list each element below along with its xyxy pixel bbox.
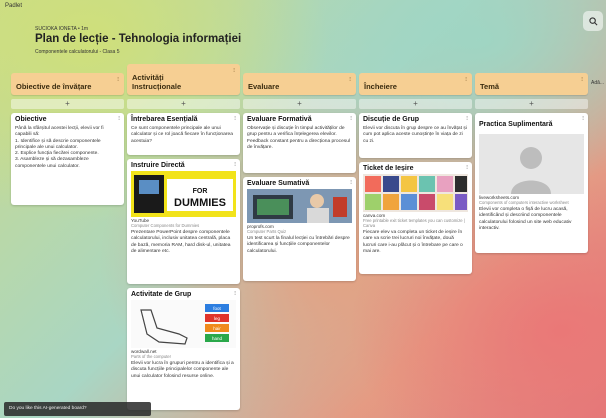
page-title: Plan de lecție - Tehnologia informației xyxy=(35,33,242,45)
more-icon[interactable]: ⁝ xyxy=(465,76,467,83)
column-header[interactable]: Activități Instrucționale ⁝ xyxy=(127,64,240,95)
tag-label: leg xyxy=(214,316,221,321)
link-thumbnail[interactable] xyxy=(247,189,352,223)
more-icon[interactable]: ⁝ xyxy=(581,76,583,83)
add-post-button[interactable]: + xyxy=(359,99,472,109)
card-exit-ticket[interactable]: Ticket de Ieșire ⁝ canva.com Free printa… xyxy=(359,162,472,274)
more-icon[interactable]: ⁝ xyxy=(466,164,468,171)
card-essential-question[interactable]: Întrebarea Esențială ⁝ Ce sunt component… xyxy=(127,113,240,155)
card-title: Evaluare Sumativă xyxy=(247,180,310,187)
column-label: Încheiere xyxy=(364,81,397,91)
tag-label: foot xyxy=(213,306,221,311)
card-title: Instruire Directă xyxy=(131,162,185,169)
card-extra-practice[interactable]: Practica Suplimentară ⁝ liveworksheets.c… xyxy=(475,113,588,253)
card-title: Întrebarea Esențială xyxy=(131,116,198,123)
card-body: Prezentare PowerPoint despre componentel… xyxy=(131,230,231,254)
more-icon[interactable]: ⁝ xyxy=(350,179,352,186)
card-title: Obiective xyxy=(15,116,47,123)
top-bar: Padlet xyxy=(0,0,606,14)
card-formative-evaluation[interactable]: Evaluare Formativă ⁝ Observație și discu… xyxy=(243,113,356,173)
tag-label: hair xyxy=(213,326,221,331)
more-icon[interactable]: ⁝ xyxy=(233,67,235,74)
column-objectives: Obiective de învățare ⁝ + xyxy=(11,73,124,109)
more-icon[interactable]: ⁝ xyxy=(234,161,236,168)
thumbnail-text: DUMMIES xyxy=(174,197,226,209)
card-objectives[interactable]: Obiective ⁝ Până la sfârșitul acestei le… xyxy=(11,113,124,205)
card-group-activity[interactable]: Activitate de Grup ⁝ foot leg hair hand … xyxy=(127,288,240,410)
search-icon[interactable] xyxy=(583,11,603,31)
card-body: Un test scurt la finalul lecției cu într… xyxy=(247,236,350,254)
column-header[interactable]: Temă ⁝ xyxy=(475,73,588,95)
more-icon[interactable]: ⁝ xyxy=(466,115,468,122)
link-thumbnail[interactable]: foot leg hair hand xyxy=(131,300,236,348)
add-post-button[interactable]: + xyxy=(243,99,356,109)
card-direct-instruction[interactable]: Instruire Directă ⁝ FOR DUMMIES YouTube … xyxy=(127,159,240,284)
card-body: Elevii vor completa o fișă de lucru acas… xyxy=(479,207,572,231)
column-activities: Activități Instrucționale ⁝ + xyxy=(127,64,240,109)
more-icon[interactable]: ⁝ xyxy=(117,76,119,83)
add-post-button[interactable]: + xyxy=(127,99,240,109)
breadcrumb: SUCIOKA IONETA • 1m xyxy=(35,26,89,32)
card-body: Elevii vor lucra în grupuri pentru a ide… xyxy=(131,361,234,379)
card-title: Practica Suplimentară xyxy=(479,121,553,128)
more-icon[interactable]: ⁝ xyxy=(350,115,352,122)
add-post-button[interactable]: + xyxy=(11,99,124,109)
link-thumbnail[interactable] xyxy=(363,174,468,212)
card-body: Ce sunt componentele principale ale unui… xyxy=(131,126,233,144)
column-label: Activități Instrucționale xyxy=(132,73,182,91)
more-icon[interactable]: ⁝ xyxy=(582,115,584,122)
add-post-button[interactable]: + xyxy=(475,99,588,109)
column-homework: Temă ⁝ + xyxy=(475,73,588,109)
card-body: Observație și discuție în timpul activit… xyxy=(247,126,351,150)
more-icon[interactable]: ⁝ xyxy=(349,76,351,83)
card-summative-evaluation[interactable]: Evaluare Sumativă ⁝ proprofs.com Compute… xyxy=(243,177,356,281)
link-title: Free printable exit ticket templates you… xyxy=(363,218,465,228)
ai-feedback-banner[interactable]: Do you like this AI-generated board? xyxy=(4,402,151,416)
card-title: Ticket de Ieșire xyxy=(363,165,414,172)
more-icon[interactable]: ⁝ xyxy=(234,290,236,297)
video-thumbnail[interactable]: FOR DUMMIES xyxy=(131,171,236,217)
column-label: Obiective de învățare xyxy=(16,81,92,91)
card-title: Discuție de Grup xyxy=(363,116,420,123)
card-body: Fiecare elev va completa un ticket de ie… xyxy=(363,230,463,254)
column-header[interactable]: Încheiere ⁝ xyxy=(359,73,472,95)
more-icon[interactable]: ⁝ xyxy=(234,115,236,122)
column-label: Evaluare xyxy=(248,81,280,91)
page-subtitle: Componentele calculatorului - Clasa 5 xyxy=(35,49,120,55)
card-title: Evaluare Formativă xyxy=(247,116,312,123)
card-group-discussion[interactable]: Discuție de Grup ⁝ Elevii vor discuta în… xyxy=(359,113,472,158)
card-body: Elevii vor discuta în grup despre ce au … xyxy=(363,126,467,144)
avatar-placeholder[interactable] xyxy=(479,134,584,194)
tag-label: hand xyxy=(212,336,223,341)
column-header[interactable]: Obiective de învățare ⁝ xyxy=(11,73,124,95)
app-brand[interactable]: Padlet xyxy=(5,3,22,9)
card-title: Activitate de Grup xyxy=(131,291,192,298)
column-evaluation: Evaluare ⁝ + xyxy=(243,73,356,109)
column-label: Temă xyxy=(480,81,500,91)
add-column-hint[interactable]: Adă... xyxy=(591,80,604,86)
column-closing: Încheiere ⁝ + xyxy=(359,73,472,109)
more-icon[interactable]: ⁝ xyxy=(118,115,120,122)
card-body: Până la sfârșitul acestei lecții, elevii… xyxy=(15,126,104,169)
thumbnail-text: FOR xyxy=(193,188,208,195)
column-header[interactable]: Evaluare ⁝ xyxy=(243,73,356,95)
